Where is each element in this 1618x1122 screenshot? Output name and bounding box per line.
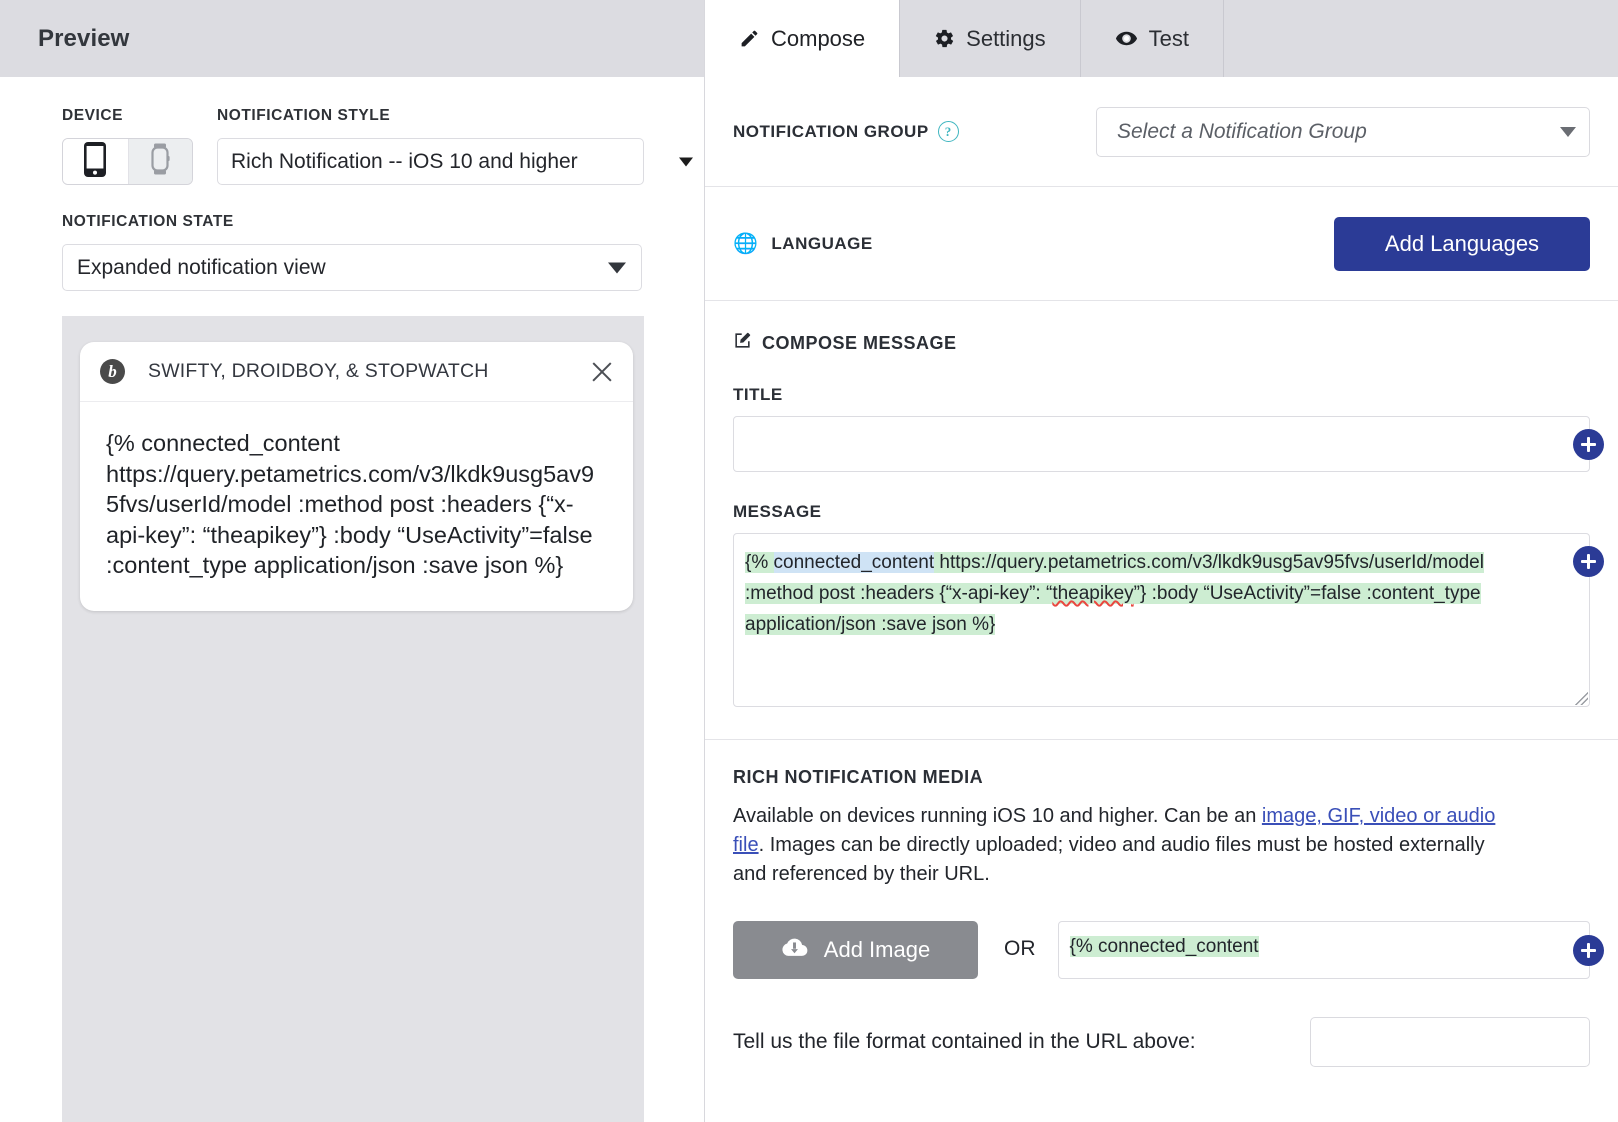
notification-app-name: SWIFTY, DROIDBOY, & STOPWATCH: [148, 360, 589, 383]
file-format-label: Tell us the file format contained in the…: [733, 1030, 1196, 1054]
media-url-add-liquid-button[interactable]: [1573, 935, 1604, 966]
message-label: MESSAGE: [733, 502, 1590, 522]
or-separator: OR: [1004, 937, 1036, 961]
rich-notification-media-section: RICH NOTIFICATION MEDIA Available on dev…: [705, 740, 1618, 1067]
tab-settings[interactable]: Settings: [900, 0, 1081, 77]
title-input[interactable]: [733, 416, 1590, 472]
notification-preview-card: b SWIFTY, DROIDBOY, & STOPWATCH {% conne…: [80, 342, 633, 611]
preview-panel: Preview DEVICE: [0, 0, 705, 1122]
eye-icon: [1115, 27, 1138, 50]
title-field-wrap: [733, 416, 1590, 472]
tab-compose-label: Compose: [771, 26, 865, 52]
notification-style-column: NOTIFICATION STYLE Rich Notification -- …: [217, 107, 704, 185]
page-title: Preview: [38, 25, 129, 53]
message-add-liquid-button[interactable]: [1573, 546, 1604, 577]
media-desc-part2: . Images can be directly uploaded; video…: [733, 834, 1485, 885]
braze-logo-icon: b: [100, 359, 125, 384]
notification-group-section: NOTIFICATION GROUP ? Select a Notificati…: [705, 77, 1618, 187]
preview-header: Preview: [0, 0, 704, 77]
compose-pencil-icon: [733, 331, 752, 355]
watch-icon: [150, 143, 170, 180]
message-seg-1: connected_content: [774, 552, 935, 573]
file-format-select[interactable]: [1310, 1017, 1590, 1067]
notification-group-label: NOTIFICATION GROUP: [733, 122, 929, 142]
message-input[interactable]: {% connected_content https://query.petam…: [733, 533, 1590, 707]
help-question-icon[interactable]: ?: [938, 121, 959, 142]
title-add-liquid-button[interactable]: [1573, 429, 1604, 460]
message-seg-0: {%: [745, 552, 774, 573]
language-label-wrap: 🌐 LANGUAGE: [733, 231, 873, 256]
notification-style-label: NOTIFICATION STYLE: [217, 107, 704, 125]
composer-panel: Compose Settings Test: [705, 0, 1618, 1122]
notification-state-select[interactable]: Expanded notification view: [62, 244, 642, 291]
language-section: 🌐 LANGUAGE Add Languages: [705, 187, 1618, 301]
phone-icon: [83, 141, 107, 183]
compose-message-heading: COMPOSE MESSAGE: [762, 333, 957, 354]
chevron-down-icon: [679, 157, 693, 166]
file-format-row: Tell us the file format contained in the…: [733, 1017, 1590, 1067]
device-style-row: DEVICE: [62, 107, 704, 185]
globe-icon: 🌐: [733, 231, 758, 256]
message-field-wrap: {% connected_content https://query.petam…: [733, 533, 1590, 707]
media-desc-part1: Available on devices running iOS 10 and …: [733, 805, 1262, 827]
resize-handle[interactable]: [1573, 690, 1588, 705]
notification-body-text: {% connected_content https://query.petam…: [80, 402, 633, 611]
add-image-button[interactable]: Add Image: [733, 921, 978, 979]
notification-group-select[interactable]: Select a Notification Group: [1096, 107, 1590, 157]
tab-compose[interactable]: Compose: [705, 0, 900, 77]
device-column: DEVICE: [62, 107, 217, 185]
notification-group-placeholder: Select a Notification Group: [1117, 120, 1367, 144]
device-option-watch[interactable]: [128, 139, 193, 184]
media-description: Available on devices running iOS 10 and …: [733, 802, 1523, 889]
notification-style-select[interactable]: Rich Notification -- iOS 10 and higher: [217, 138, 644, 185]
notification-state-select-wrap: Expanded notification view: [62, 244, 642, 291]
media-heading: RICH NOTIFICATION MEDIA: [733, 767, 1590, 788]
add-image-label: Add Image: [824, 937, 930, 963]
compose-message-section: COMPOSE MESSAGE TITLE MESSAGE {% connect…: [705, 301, 1618, 740]
notification-group-label-wrap: NOTIFICATION GROUP ?: [733, 121, 959, 142]
chevron-down-icon: [1560, 127, 1576, 137]
notification-style-select-wrap: Rich Notification -- iOS 10 and higher: [217, 138, 704, 185]
device-toggle[interactable]: [62, 138, 193, 185]
notification-state-label: NOTIFICATION STATE: [62, 213, 704, 231]
compose-message-heading-wrap: COMPOSE MESSAGE: [733, 331, 1590, 355]
gear-icon: [934, 28, 955, 49]
media-url-value: {% connected_content: [1070, 936, 1259, 957]
close-icon[interactable]: [589, 359, 615, 385]
title-label: TITLE: [733, 385, 1590, 405]
notification-card-header: b SWIFTY, DROIDBOY, & STOPWATCH: [80, 342, 633, 402]
message-seg-3-spellerror: theapikey: [1052, 583, 1133, 604]
push-composer-screen: Preview DEVICE: [0, 0, 1618, 1122]
cloud-upload-icon: [781, 937, 808, 964]
preview-stage: b SWIFTY, DROIDBOY, & STOPWATCH {% conne…: [62, 316, 644, 1122]
tab-settings-label: Settings: [966, 26, 1046, 52]
tab-bar: Compose Settings Test: [705, 0, 1618, 77]
device-label: DEVICE: [62, 107, 217, 125]
media-upload-row: Add Image OR {% connected_content: [733, 921, 1590, 979]
message-text: {% connected_content https://query.petam…: [745, 547, 1531, 640]
preview-controls: DEVICE: [0, 77, 704, 1122]
media-url-field-wrap: {% connected_content: [1058, 921, 1591, 979]
tab-test-label: Test: [1149, 26, 1189, 52]
device-option-phone[interactable]: [63, 139, 128, 184]
media-url-input[interactable]: {% connected_content: [1058, 921, 1591, 979]
tab-test[interactable]: Test: [1081, 0, 1224, 77]
language-label: LANGUAGE: [771, 234, 872, 254]
chevron-down-icon: [608, 262, 626, 273]
add-languages-button[interactable]: Add Languages: [1334, 217, 1590, 271]
pencil-icon: [739, 28, 760, 49]
